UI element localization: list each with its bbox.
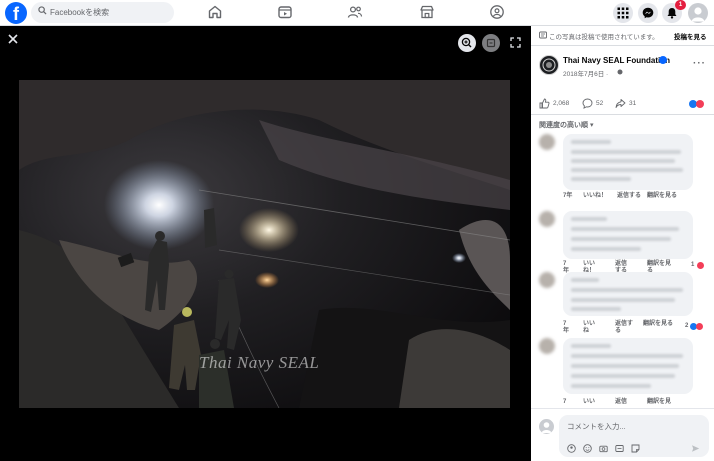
comment-sort-dropdown[interactable]: 関連度の高い順 ▾ <box>539 120 593 130</box>
search-input[interactable] <box>50 5 168 20</box>
video-icon[interactable] <box>277 4 293 20</box>
page-avatar[interactable] <box>539 55 559 75</box>
photo-viewer: Thai Navy SEAL <box>0 26 531 461</box>
comment-translate-button[interactable]: 翻訳を見る <box>647 193 677 200</box>
comment-bubble-blurred[interactable] <box>563 134 693 190</box>
home-icon[interactable] <box>207 4 223 20</box>
reactions-count[interactable]: 2,068 <box>553 100 569 107</box>
globe-icon <box>617 69 623 75</box>
fullscreen-icon[interactable] <box>510 37 521 48</box>
comment-composer <box>531 408 714 461</box>
comment-reply-button[interactable]: 返信する <box>617 193 641 200</box>
messenger-button[interactable] <box>638 3 658 23</box>
comment-reply-button[interactable]: 返信す る <box>615 321 633 335</box>
profile-avatar[interactable] <box>688 3 708 23</box>
menu-button[interactable] <box>613 3 633 23</box>
comment-age[interactable]: 7 年 <box>563 321 569 335</box>
commenter-avatar[interactable] <box>539 134 555 150</box>
comment-item: 7 年 いい ね！ 返信 する 翻訳を見 る 1 <box>539 211 711 277</box>
comment-reply-button[interactable]: 返信 <box>615 399 627 406</box>
profile-silhouette-icon <box>541 422 552 433</box>
commenter-avatar[interactable] <box>539 272 555 288</box>
zoom-out-button[interactable] <box>482 34 500 52</box>
my-avatar[interactable] <box>539 419 554 434</box>
more-options-button[interactable]: ··· <box>693 58 706 69</box>
sticker-icon[interactable] <box>631 444 640 453</box>
photo-notice-text: この写真は投稿で使用されています。 <box>549 34 659 41</box>
search-box[interactable] <box>31 2 174 23</box>
close-icon[interactable] <box>7 33 19 45</box>
comment-age[interactable]: 7年 <box>563 193 572 200</box>
top-navigation-bar: f 1 <box>0 0 714 26</box>
page-name[interactable]: Thai Navy SEAL Foundation <box>563 56 670 65</box>
zoom-in-button[interactable] <box>458 34 476 52</box>
verified-badge-icon <box>659 56 667 68</box>
comment-age[interactable]: 7 <box>563 399 566 406</box>
search-icon <box>38 6 47 15</box>
send-icon[interactable] <box>691 444 700 453</box>
comment-item: 7年 いいね！ 返信する 翻訳を見る <box>539 134 711 202</box>
comment-reaction-count[interactable]: 2 <box>685 323 688 330</box>
camera-icon[interactable] <box>599 444 608 453</box>
comments-count[interactable]: 52 <box>596 100 603 107</box>
grid-menu-icon <box>617 7 629 19</box>
comment-icon[interactable] <box>582 98 593 109</box>
chevron-down-icon: ▾ <box>589 122 594 129</box>
gif-icon[interactable] <box>615 444 624 453</box>
love-reaction-icon <box>696 323 703 330</box>
love-reaction-icon <box>697 262 704 269</box>
emoji-icon[interactable] <box>583 444 592 453</box>
profile-silhouette-icon <box>691 7 705 22</box>
cave-rescue-photo[interactable]: Thai Navy SEAL <box>19 80 510 408</box>
zoom-in-icon <box>461 37 472 48</box>
cave-scene-image: Thai Navy SEAL <box>19 80 510 408</box>
messenger-icon <box>642 7 654 19</box>
comment-input[interactable] <box>567 420 697 432</box>
comment-like-button[interactable]: いいね！ <box>583 193 607 200</box>
post-date[interactable]: 2018年7月6日 · <box>563 68 608 78</box>
comment-input-box[interactable] <box>559 415 709 457</box>
comment-translate-button[interactable]: 翻訳を見る <box>643 321 673 328</box>
love-reaction-icon <box>696 100 704 108</box>
share-icon[interactable] <box>615 98 626 109</box>
groups-icon[interactable] <box>489 4 505 20</box>
photo-notice-icon <box>539 31 547 39</box>
comment-reaction-count[interactable]: 1 <box>691 262 694 269</box>
zoom-out-icon <box>486 38 496 48</box>
like-icon[interactable] <box>539 98 550 109</box>
comment-bubble-blurred[interactable] <box>563 272 693 316</box>
facebook-photo-viewer: f 1 <box>0 0 714 461</box>
commenter-avatar[interactable] <box>539 211 555 227</box>
photo-watermark: Thai Navy SEAL <box>199 353 319 372</box>
avatar-sticker-icon[interactable] <box>567 444 576 453</box>
marketplace-icon[interactable] <box>419 4 435 20</box>
notification-count-badge: 1 <box>675 0 686 10</box>
comment-bubble-blurred[interactable] <box>563 338 693 394</box>
divider <box>531 45 714 46</box>
view-post-link[interactable]: 投稿を見る <box>674 31 707 41</box>
comment-item: 7 いい 返信 翻訳を見 <box>539 338 711 408</box>
comment-like-button[interactable]: いい ね <box>583 321 595 335</box>
navy-seal-emblem-icon <box>542 58 556 72</box>
sort-label: 関連度の高い順 <box>539 122 588 129</box>
comment-like-button[interactable]: いい <box>583 399 595 406</box>
friends-icon[interactable] <box>347 4 363 20</box>
shares-count[interactable]: 31 <box>629 100 636 107</box>
comment-bubble-blurred[interactable] <box>563 211 693 259</box>
facebook-logo[interactable]: f <box>5 2 27 24</box>
divider <box>531 114 714 115</box>
commenter-avatar[interactable] <box>539 338 555 354</box>
comment-translate-button[interactable]: 翻訳を見 <box>647 399 671 406</box>
comment-item: 7 年 いい ね 返信す る 翻訳を見る 2 <box>539 272 711 338</box>
post-details-pane: この写真は投稿で使用されています。 投稿を見る Thai Navy SEAL F… <box>531 26 714 461</box>
